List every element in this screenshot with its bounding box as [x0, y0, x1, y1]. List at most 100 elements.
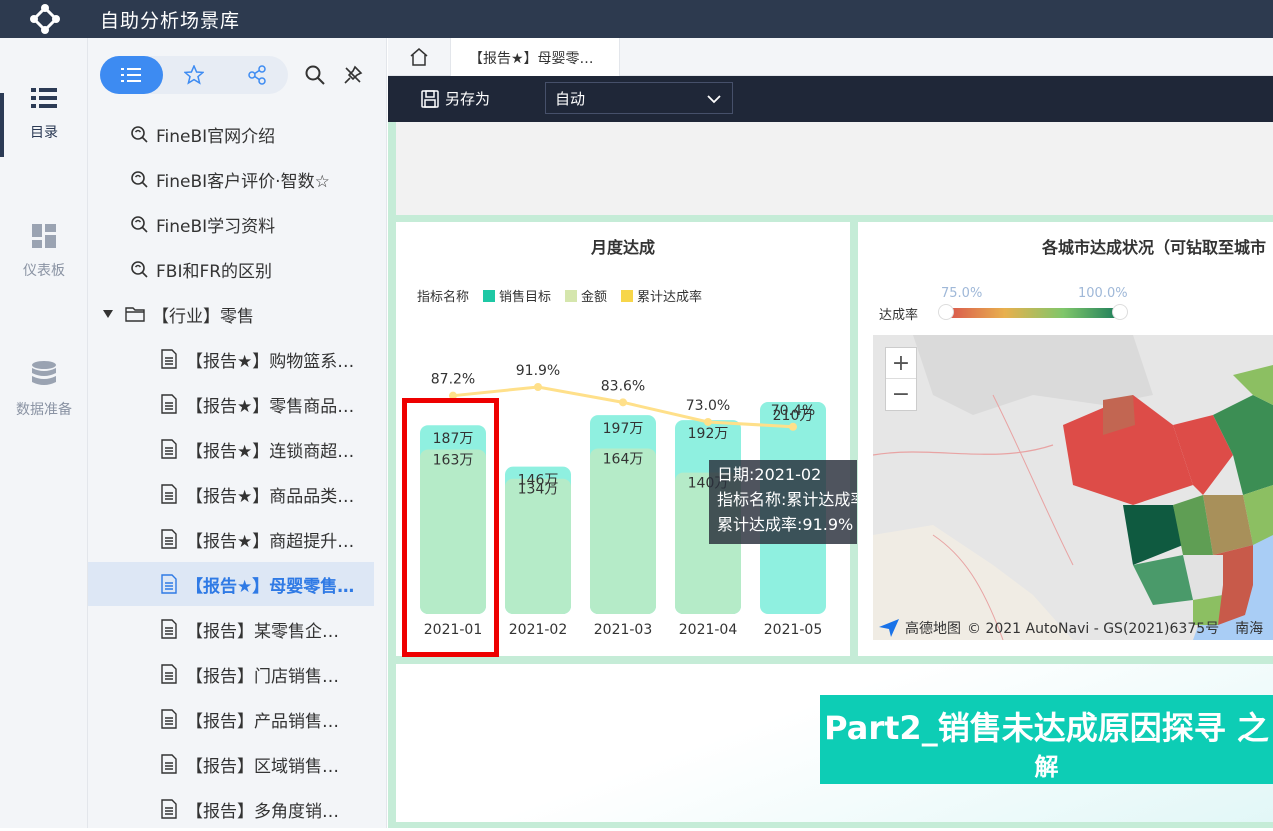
- dashboard-icon: [32, 224, 56, 248]
- tooltip-rate: 累计达成率:91.9%: [717, 515, 854, 534]
- scale-label: 达成率: [879, 308, 919, 323]
- tree-item-label: 【报告★】商超提升…: [186, 531, 355, 552]
- document-icon: [158, 663, 180, 685]
- part2-banner: Part2_销售未达成原因探寻 之 解: [820, 695, 1273, 784]
- app-logo-icon[interactable]: [0, 0, 90, 38]
- x-tick-label: 2021-03: [594, 622, 653, 638]
- left-nav-rail: 目录 仪表板 数据准备: [0, 38, 88, 828]
- tree-report-item[interactable]: 【报告】区域销售…: [88, 742, 374, 786]
- rail-item-catalog[interactable]: 目录: [0, 38, 88, 158]
- search-icon: [305, 65, 325, 85]
- tree-item-label: 【报告★】购物篮系…: [186, 351, 355, 372]
- chart-tooltip: 日期:2021-02 指标名称:累计达成率 累计达成率:91.9%: [709, 460, 857, 544]
- zoom-out-button[interactable]: −: [886, 379, 916, 410]
- tree-item-label: 【报告】门店销售…: [186, 666, 339, 687]
- tooltip-date: 日期:2021-02: [717, 465, 822, 484]
- document-icon: [158, 618, 180, 640]
- data-label-amount: 164万: [603, 451, 644, 467]
- rate-point-2021-05: [789, 422, 797, 431]
- tree-report-item[interactable]: 【报告】产品销售…: [88, 697, 374, 741]
- scale-max-label: 100.0%: [1078, 286, 1128, 301]
- tree-folder-item[interactable]: 【行业】零售: [88, 292, 374, 336]
- highlight-box-2021-01: [402, 398, 499, 657]
- tree-item-label: 【报告★】连锁商超…: [186, 441, 355, 462]
- main-area: 【报告★】母婴零… 另存为 自动 月度达成 指标名称 销售目标 金额 累计达成率…: [388, 38, 1273, 828]
- top-bar: 自助分析场景库: [0, 0, 1273, 38]
- rate-point-2021-03: [619, 398, 627, 407]
- tree-link-item[interactable]: FBI和FR的区别: [88, 247, 374, 291]
- china-map[interactable]: + − 高德地图 © 2021 AutoNavi - GS(2021)6375号…: [873, 335, 1273, 640]
- tree-item-label: 【报告★】零售商品…: [186, 396, 355, 417]
- tree-link-item[interactable]: FineBI学习资料: [88, 202, 374, 246]
- star-icon: [184, 65, 204, 85]
- save-as-label: 另存为: [445, 90, 491, 108]
- scale-handle-min[interactable]: [938, 304, 954, 320]
- banner-line2: 解: [1034, 753, 1059, 781]
- rate-data-label: 83.6%: [601, 378, 645, 394]
- scale-gradient: [946, 308, 1122, 318]
- pin-button[interactable]: [342, 64, 364, 86]
- document-icon: [158, 708, 180, 730]
- rail-item-data-prep[interactable]: 数据准备: [0, 313, 88, 433]
- tree-report-item[interactable]: 【报告】门店销售…: [88, 652, 374, 696]
- tree-item-label: 【报告】产品销售…: [186, 711, 339, 732]
- bar-amount-2021-03: [590, 448, 656, 614]
- data-label-amount: 134万: [518, 482, 559, 498]
- amap-logo-icon: [879, 619, 899, 637]
- rail-item-dashboard[interactable]: 仪表板: [0, 176, 88, 296]
- tree-report-item-selected[interactable]: 【报告★】母婴零售…: [88, 562, 374, 606]
- tree-item-label: 【报告】区域销售…: [186, 756, 339, 777]
- tree-report-item[interactable]: 【报告★】商品品类…: [88, 472, 374, 516]
- rail-label-catalog: 目录: [30, 125, 58, 141]
- link-search-icon: [128, 123, 150, 145]
- rate-data-label: 87.2%: [431, 372, 475, 388]
- database-icon: [32, 361, 56, 385]
- tree-item-label: FBI和FR的区别: [156, 261, 273, 282]
- tree-report-item[interactable]: 【报告★】商超提升…: [88, 517, 374, 561]
- x-tick-label: 2021-02: [509, 622, 568, 638]
- layout-mode-select[interactable]: 自动: [545, 82, 733, 114]
- map-brand-label: 高德地图: [905, 621, 961, 637]
- tab-bar: 【报告★】母婴零…: [388, 38, 1273, 77]
- zoom-in-button[interactable]: +: [886, 348, 916, 379]
- caret-down-icon[interactable]: [100, 303, 116, 325]
- view-list-button[interactable]: [100, 56, 163, 94]
- tab-current-report[interactable]: 【报告★】母婴零…: [450, 38, 620, 77]
- x-tick-label: 2021-05: [764, 622, 823, 638]
- document-icon: [158, 393, 180, 415]
- map-title: 各城市达成状况（可钻取至城市: [1042, 238, 1267, 257]
- save-as-button[interactable]: 另存为: [420, 88, 490, 109]
- link-search-icon: [128, 213, 150, 235]
- dashboard-header-band: [396, 122, 1273, 215]
- tree-item-label: 【报告★】商品品类…: [186, 486, 355, 507]
- tree-report-item[interactable]: 【报告★】连锁商超…: [88, 427, 374, 471]
- home-tab[interactable]: [388, 38, 450, 76]
- search-button[interactable]: [304, 64, 326, 86]
- rate-point-2021-04: [704, 417, 712, 426]
- map-attribution: 高德地图 © 2021 AutoNavi - GS(2021)6375号 南海: [873, 616, 1273, 640]
- document-icon: [158, 573, 180, 595]
- banner-line1: Part2_销售未达成原因探寻 之: [824, 709, 1269, 747]
- tree-report-item[interactable]: 【报告★】购物篮系…: [88, 337, 374, 381]
- tree-report-item[interactable]: 【报告★】零售商品…: [88, 382, 374, 426]
- document-icon: [158, 798, 180, 820]
- tree-item-label: FineBI学习资料: [156, 216, 276, 237]
- tree-report-item[interactable]: 【报告】多角度销…: [88, 787, 374, 831]
- tree-link-item[interactable]: FineBI客户评价·智数☆: [88, 157, 374, 201]
- tree-item-label: 【报告★】母婴零售…: [186, 576, 355, 597]
- folder-icon: [124, 303, 146, 325]
- tree-item-label: 【报告】某零售企…: [186, 621, 339, 642]
- tree-item-label: FineBI客户评价·智数☆: [156, 171, 330, 192]
- app-title: 自助分析场景库: [100, 9, 241, 32]
- view-favorites-button[interactable]: [163, 56, 226, 94]
- document-icon: [158, 528, 180, 550]
- rail-label-dashboard: 仪表板: [23, 263, 65, 279]
- view-share-button[interactable]: [225, 56, 288, 94]
- tree-link-item[interactable]: FineBI官网介绍: [88, 112, 374, 156]
- scale-handle-max[interactable]: [1112, 304, 1128, 320]
- document-icon: [158, 483, 180, 505]
- rate-data-label: 73.0%: [686, 398, 730, 414]
- tree-report-item[interactable]: 【报告】某零售企…: [88, 607, 374, 651]
- rail-label-data-prep: 数据准备: [16, 402, 72, 418]
- data-label-target: 197万: [603, 421, 644, 437]
